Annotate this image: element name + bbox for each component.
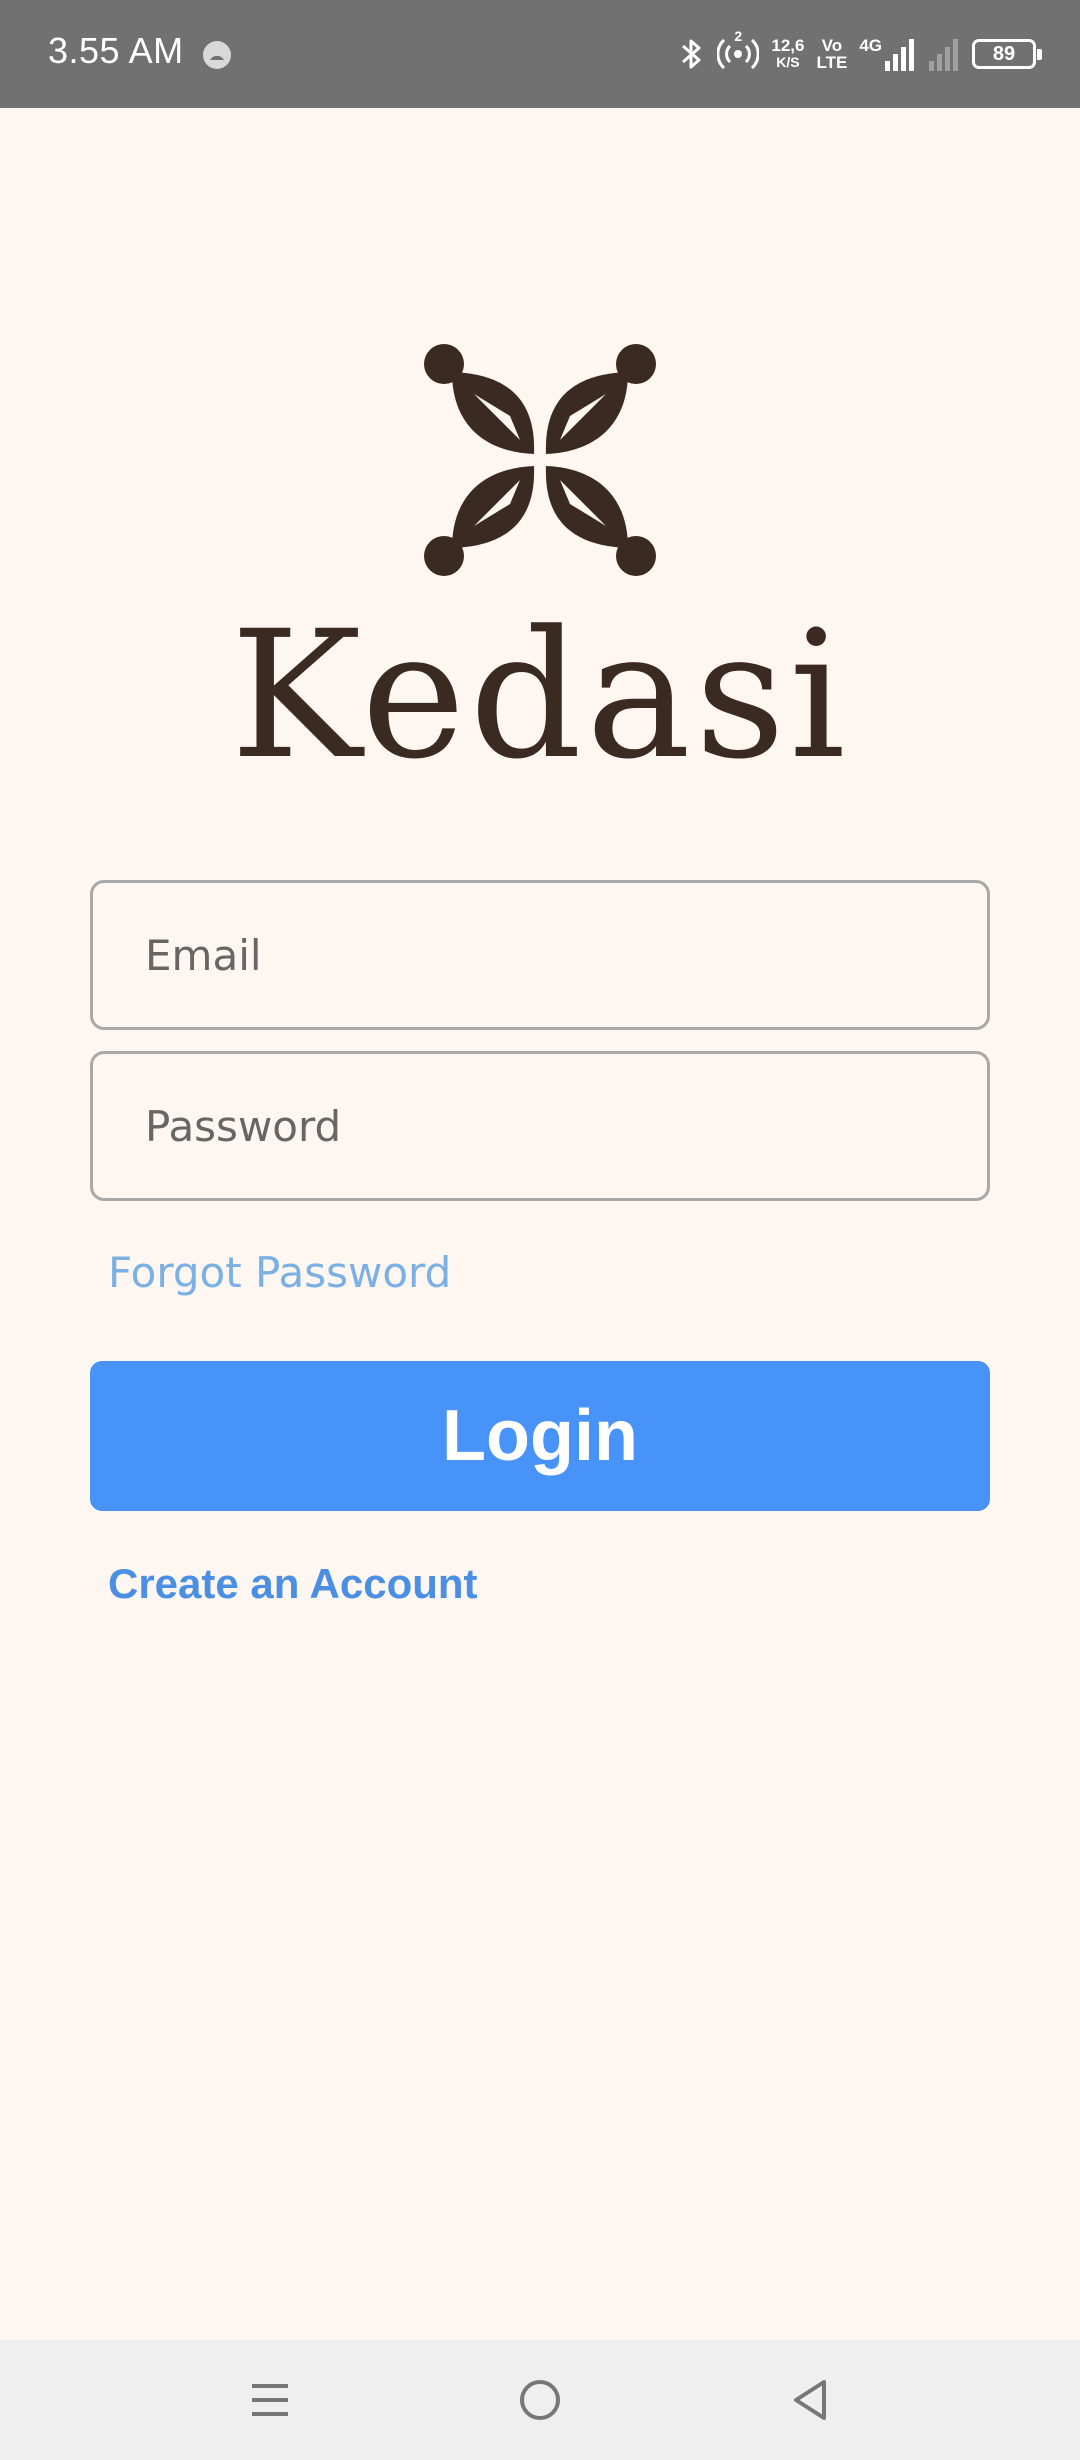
login-button[interactable]: Login bbox=[90, 1361, 990, 1511]
volte-indicator: Vo LTE bbox=[816, 37, 847, 71]
net-speed: 12,6 K/S bbox=[771, 37, 804, 71]
battery-level: 89 bbox=[992, 42, 1016, 65]
network-type: 4G bbox=[859, 36, 882, 55]
navigation-bar bbox=[0, 2340, 1080, 2460]
hotspot-count: 2 bbox=[734, 27, 743, 44]
signal-1: 4G bbox=[859, 37, 916, 71]
back-icon[interactable] bbox=[780, 2370, 840, 2430]
brand-name: Kedasi bbox=[230, 593, 850, 798]
status-icons: 2 12,6 K/S Vo LTE 4G 89 bbox=[679, 28, 1042, 78]
bluetooth-icon bbox=[682, 39, 701, 69]
create-account-link[interactable]: Create an Account bbox=[108, 1560, 478, 1608]
volte-bottom: LTE bbox=[816, 53, 848, 72]
battery-icon: 89 bbox=[972, 39, 1042, 69]
status-bar: 3.55 AM 2 12,6 K/S Vo LTE 4G 89 bbox=[0, 0, 1080, 108]
menu-icon[interactable] bbox=[240, 2370, 300, 2430]
signal-strength-2-icon bbox=[929, 39, 958, 71]
forgot-password-link[interactable]: Forgot Password bbox=[108, 1248, 451, 1297]
kedasi-logo-icon bbox=[424, 344, 656, 576]
sync-icon bbox=[203, 41, 231, 69]
password-field[interactable] bbox=[90, 1051, 990, 1201]
home-icon[interactable] bbox=[510, 2370, 570, 2430]
signal-strength-icon bbox=[885, 39, 914, 71]
hotspot-indicator: 2 bbox=[716, 28, 760, 75]
net-speed-value: 12,6 bbox=[771, 36, 805, 55]
email-field[interactable] bbox=[90, 880, 990, 1030]
volte-top: Vo bbox=[821, 36, 843, 55]
status-time: 3.55 AM bbox=[48, 30, 184, 71]
net-speed-unit: K/S bbox=[776, 54, 800, 70]
